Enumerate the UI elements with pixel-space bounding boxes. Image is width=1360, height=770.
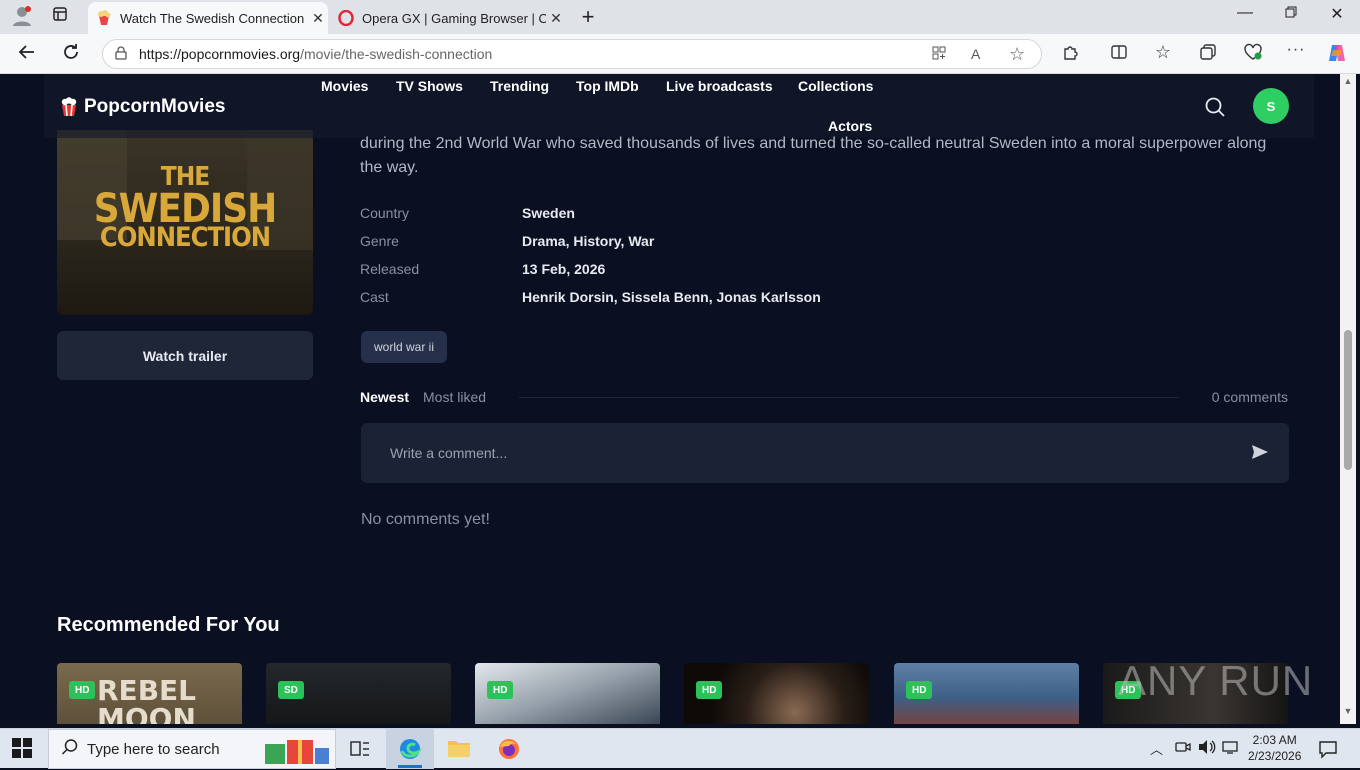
meta-value: 13 Feb, 2026 <box>522 261 606 277</box>
tab-opera-gx[interactable]: Opera GX | Gaming Browser | Ope ✕ <box>330 2 566 34</box>
quality-badge: HD <box>69 681 96 699</box>
new-tab-icon[interactable]: + <box>576 4 600 30</box>
collections-icon[interactable] <box>1197 43 1219 66</box>
scroll-down-icon[interactable]: ▼ <box>1342 706 1354 716</box>
nav-tv-shows[interactable]: TV Shows <box>396 78 463 94</box>
movie-card[interactable]: SD <box>266 663 451 724</box>
nav-trending[interactable]: Trending <box>490 78 549 94</box>
opera-favicon-icon <box>338 10 354 26</box>
close-tab-icon[interactable]: ✕ <box>308 10 328 27</box>
meta-key: Country <box>360 205 410 221</box>
favorite-star-icon[interactable]: ☆ <box>1009 44 1025 65</box>
movie-description: during the 2nd World War who saved thous… <box>360 135 1267 176</box>
meta-value[interactable]: Sweden <box>522 205 575 221</box>
windows-taskbar: Type here to search ︿ 2:03 AM 2/23/2026 <box>0 728 1360 769</box>
tab-swedish-connection[interactable]: Watch The Swedish Connection O ✕ <box>88 2 328 34</box>
movie-poster: THE SWEDISH CONNECTION <box>57 130 313 315</box>
divider <box>519 397 1179 398</box>
chevron-up-icon[interactable]: ︿ <box>1150 739 1174 763</box>
quality-badge: HD <box>906 681 933 699</box>
comment-box <box>361 423 1289 483</box>
file-explorer-icon[interactable] <box>447 737 471 761</box>
url-bar[interactable]: https://popcornmovies.org/movie/the-swed… <box>102 39 1042 69</box>
meet-now-icon[interactable] <box>1175 739 1199 763</box>
windows-start-icon[interactable] <box>12 738 36 762</box>
poster-title-line: CONNECTION <box>99 222 271 253</box>
gift-icon <box>263 734 331 770</box>
firefox-icon[interactable] <box>497 737 521 761</box>
movie-card[interactable]: REBEL MOON HD <box>57 663 242 724</box>
split-screen-icon[interactable] <box>1108 43 1130 66</box>
nav-movies[interactable]: Movies <box>321 78 368 94</box>
watch-trailer-button[interactable]: Watch trailer <box>57 331 313 380</box>
watermark: ANY RUN <box>1118 657 1314 704</box>
search-icon <box>61 738 79 760</box>
user-avatar[interactable]: S <box>1253 88 1289 124</box>
minimize-icon[interactable]: — <box>1233 4 1257 22</box>
task-view-icon[interactable] <box>350 739 374 763</box>
tab-actions-icon[interactable] <box>48 6 72 27</box>
app-available-icon[interactable] <box>931 45 947 64</box>
network-icon[interactable] <box>1222 739 1246 763</box>
card-poster-text: REBEL MOON <box>97 674 196 725</box>
close-tab-icon[interactable]: ✕ <box>546 10 566 27</box>
recommended-heading: Recommended For You <box>57 614 280 636</box>
favorites-icon[interactable]: ☆ <box>1152 42 1174 63</box>
url-path: /movie/the-swedish-connection <box>300 46 493 62</box>
clock-date: 2/23/2026 <box>1248 749 1302 763</box>
meta-key: Cast <box>360 289 389 305</box>
send-icon[interactable] <box>1251 443 1269 461</box>
clock-time: 2:03 AM <box>1252 733 1297 747</box>
edge-taskbar-icon[interactable] <box>386 729 434 769</box>
no-comments-text: No comments yet! <box>361 511 490 528</box>
comments-tab-most-liked[interactable]: Most liked <box>423 389 486 405</box>
site-logo-text: PopcornMovies <box>84 96 226 117</box>
movie-card[interactable]: HD <box>684 663 869 724</box>
address-toolbar: https://popcornmovies.org/movie/the-swed… <box>0 34 1360 74</box>
movie-card[interactable]: HD <box>475 663 660 724</box>
comments-tab-newest[interactable]: Newest <box>360 389 409 405</box>
reload-icon[interactable] <box>60 43 82 66</box>
restore-icon[interactable] <box>1279 5 1303 23</box>
quality-badge: SD <box>278 681 304 699</box>
url-host: https://popcornmovies.org <box>139 46 301 62</box>
taskbar-search[interactable]: Type here to search <box>48 729 336 769</box>
meta-value[interactable]: Drama, History, War <box>522 233 654 249</box>
back-icon[interactable] <box>16 43 38 66</box>
volume-icon[interactable] <box>1198 739 1222 763</box>
meta-key: Released <box>360 261 420 277</box>
nav-collections[interactable]: Collections <box>798 78 873 94</box>
comment-count: 0 comments <box>1211 389 1288 405</box>
tag-chip[interactable]: world war ii <box>361 331 448 363</box>
meta-key: Genre <box>360 233 399 249</box>
meta-value[interactable]: Henrik Dorsin, Sissela Benn, Jonas Karls… <box>522 289 821 305</box>
movie-card[interactable]: HD <box>894 663 1079 724</box>
quality-badge: HD <box>696 681 723 699</box>
site-logo[interactable]: PopcornMovies <box>60 96 225 118</box>
tab-title: Watch The Swedish Connection O <box>120 10 308 26</box>
close-window-icon[interactable]: ✕ <box>1325 4 1349 24</box>
tab-title: Opera GX | Gaming Browser | Ope <box>362 10 546 26</box>
browser-tab-bar: Watch The Swedish Connection O ✕ Opera G… <box>0 0 1360 34</box>
taskbar-search-placeholder: Type here to search <box>87 740 220 758</box>
quality-badge: HD <box>487 681 514 699</box>
taskbar-clock[interactable]: 2:03 AM 2/23/2026 <box>1248 732 1301 764</box>
read-aloud-icon[interactable]: A <box>971 46 980 62</box>
popcorn-favicon-icon <box>96 10 112 26</box>
scroll-up-icon[interactable]: ▲ <box>1342 76 1354 86</box>
profile-icon[interactable] <box>10 5 34 32</box>
nav-live-broadcasts[interactable]: Live broadcasts <box>666 78 773 94</box>
scrollbar-thumb[interactable] <box>1344 330 1352 470</box>
popcorn-logo-icon <box>61 97 77 117</box>
nav-top-imdb[interactable]: Top IMDb <box>576 78 639 94</box>
more-menu-icon[interactable]: ··· <box>1285 41 1307 59</box>
comment-input[interactable] <box>390 445 1210 461</box>
lock-icon[interactable] <box>103 45 139 63</box>
extensions-icon[interactable] <box>1060 43 1082 66</box>
copilot-icon[interactable] <box>1326 42 1348 69</box>
page-viewport: THE SWEDISH CONNECTION PopcornMovies Mov… <box>4 74 1340 724</box>
browser-essentials-icon[interactable] <box>1242 43 1264 66</box>
notifications-icon[interactable] <box>1318 739 1342 763</box>
search-icon[interactable] <box>1204 96 1226 118</box>
